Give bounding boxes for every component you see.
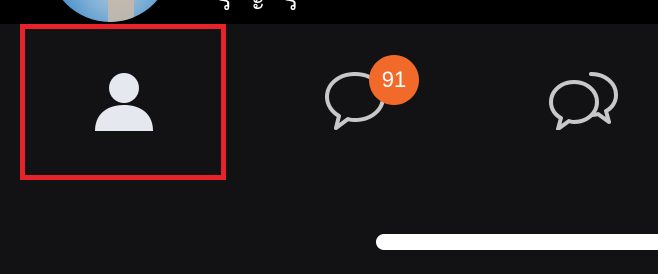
bottom-navigation: 91 — [0, 24, 658, 274]
status-text: ร ะ ร — [218, 0, 305, 16]
unread-badge: 91 — [369, 55, 419, 105]
avatar[interactable] — [48, 0, 172, 22]
avatar-figure — [108, 0, 134, 22]
tab-messages[interactable]: 91 — [228, 24, 428, 180]
tab-profile[interactable] — [20, 24, 226, 180]
top-strip: ร ะ ร — [0, 0, 658, 24]
home-indicator[interactable] — [376, 234, 658, 250]
tab-groups[interactable] — [470, 24, 658, 180]
person-icon — [93, 70, 155, 132]
group-chat-icon — [546, 68, 624, 130]
